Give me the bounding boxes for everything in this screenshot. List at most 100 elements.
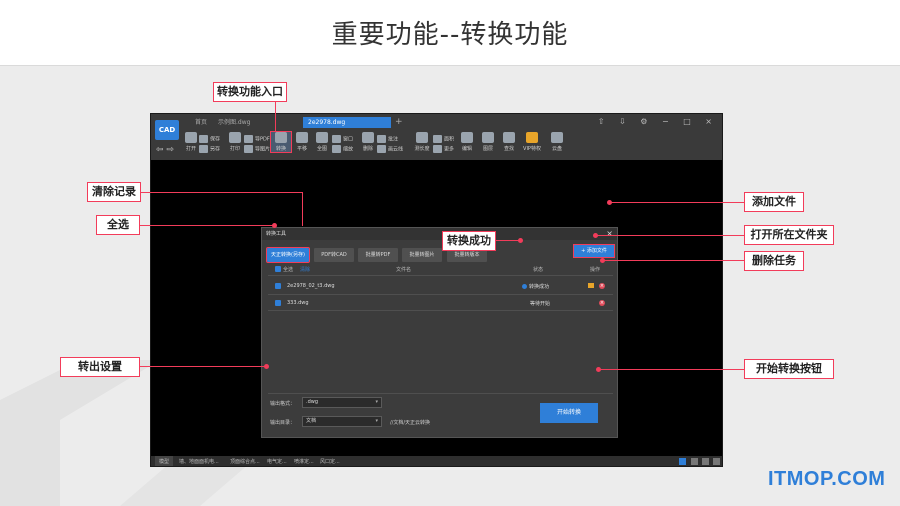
ortho-toggle-icon[interactable] <box>702 458 709 465</box>
callout-connector <box>603 260 744 261</box>
tab-sample[interactable]: 示例图.dwg <box>218 117 250 128</box>
cloud-icon <box>551 132 563 143</box>
drawing-canvas[interactable]: 转换工具 × 天正转换(另存) PDF转CAD 批量转PDF 批量转图片 批量转… <box>151 160 722 456</box>
search-icon <box>503 132 515 143</box>
divider <box>268 310 613 311</box>
layout-tab[interactable]: 电气定... <box>267 456 287 466</box>
edit-button[interactable]: 编辑 <box>457 132 477 152</box>
row-filename: 333.dwg <box>287 300 309 306</box>
edit-label: 编辑 <box>461 146 472 152</box>
pointer-dot <box>272 223 277 228</box>
layout-tab[interactable]: 墙、地面面机电... <box>179 456 219 466</box>
area-button[interactable]: 面积 <box>433 135 454 143</box>
dialog-title: 转换工具 <box>266 231 287 237</box>
chevron-down-icon: ▾ <box>375 399 378 405</box>
layout-tab[interactable]: 顶面综合点... <box>230 456 260 466</box>
window-controls[interactable]: ⇧ ⇩ ⚙ − □ × <box>598 117 718 126</box>
open-folder-icon[interactable] <box>588 283 594 288</box>
add-file-button[interactable]: + 添加文件 <box>573 244 615 258</box>
settings-icon[interactable] <box>713 458 720 465</box>
tab-active-drawing[interactable]: 2e2978.dwg <box>303 117 391 128</box>
add-tab-button[interactable]: + <box>395 117 403 128</box>
more-label: 更多 <box>444 146 455 153</box>
clear-link[interactable]: 清除 <box>300 266 310 273</box>
callout-output-settings: 转出设置 <box>60 357 140 377</box>
delete-button[interactable]: 删除 <box>358 132 378 152</box>
output-dir-path: //文档/天正云转换 <box>390 420 431 426</box>
layer-label: 图层 <box>482 146 493 152</box>
grid-toggle-icon[interactable] <box>679 458 686 465</box>
more-icon <box>433 145 442 153</box>
layout-tab[interactable]: 风口定... <box>320 456 340 466</box>
window-zoom-button[interactable]: 窗口 <box>332 135 353 143</box>
ruler-icon <box>416 132 428 143</box>
folder-icon <box>185 132 197 143</box>
convert-button[interactable]: 转换 <box>270 131 292 153</box>
vip-icon <box>526 132 538 143</box>
vip-button[interactable]: VIP特权 <box>522 132 542 152</box>
callout-connector <box>140 366 266 367</box>
callout-entry: 转换功能入口 <box>213 82 287 102</box>
row-status: 转换成功 <box>522 283 549 290</box>
open-button[interactable]: 打开 <box>181 132 201 152</box>
area-icon <box>433 135 442 143</box>
app-logo: CAD <box>155 120 179 140</box>
cloud-button[interactable]: 云盘 <box>547 132 567 152</box>
layout-tab[interactable]: 喷淋定... <box>294 456 314 466</box>
tab-batch-image[interactable]: 批量转图片 <box>402 248 442 262</box>
close-icon[interactable]: × <box>606 228 613 240</box>
convert-dialog: 转换工具 × 天正转换(另存) PDF转CAD 批量转PDF 批量转图片 批量转… <box>261 227 618 438</box>
hand-icon <box>296 132 308 143</box>
find-button[interactable]: 查找 <box>499 132 519 152</box>
undo-redo-icons[interactable]: ⇦ ⇨ <box>156 145 174 155</box>
row-checkbox[interactable] <box>275 283 281 289</box>
divider <box>268 294 613 295</box>
annotate-button[interactable]: 批注 <box>377 135 398 143</box>
tab-home[interactable]: 首页 <box>195 117 207 128</box>
delete-task-icon[interactable]: × <box>599 283 605 289</box>
model-tab[interactable]: 模型 <box>155 456 173 466</box>
tab-pdf-to-cad[interactable]: PDF转CAD <box>314 248 354 262</box>
save-button[interactable]: 保存 <box>199 135 220 143</box>
start-convert-button[interactable]: 开始转换 <box>540 403 598 423</box>
save-as-button[interactable]: 另存 <box>199 145 220 153</box>
full-view-button[interactable]: 全图 <box>312 132 332 152</box>
export-pdf-button[interactable]: 导PDF <box>244 135 270 143</box>
callout-add-file: 添加文件 <box>744 192 804 212</box>
pan-label: 平移 <box>296 146 307 152</box>
delete-task-icon[interactable]: × <box>599 300 605 306</box>
statusbar: 模型 墙、地面面机电... 顶面综合点... 电气定... 喷淋定... 风口定… <box>151 456 722 466</box>
slide-title: 重要功能--转换功能 <box>331 20 569 50</box>
callout-connector <box>275 102 276 132</box>
status-header: 状态 <box>533 267 544 273</box>
callout-convert-success: 转换成功 <box>442 231 496 251</box>
output-format-select[interactable]: .dwg ▾ <box>302 397 382 408</box>
measure-length-button[interactable]: 测长度 <box>412 132 432 152</box>
zoom-button[interactable]: 缩放 <box>332 145 353 153</box>
more-button[interactable]: 更多 <box>433 145 454 153</box>
snap-toggle-icon[interactable] <box>691 458 698 465</box>
pointer-dot <box>518 238 523 243</box>
tab-batch-pdf[interactable]: 批量转PDF <box>358 248 398 262</box>
zoom-extents-icon <box>316 132 328 143</box>
vip-label: VIP特权 <box>523 146 541 152</box>
print-button[interactable]: 打印 <box>225 132 245 152</box>
filename-header: 文件名 <box>396 267 412 273</box>
full-view-label: 全图 <box>316 146 327 152</box>
layer-button[interactable]: 图层 <box>478 132 498 152</box>
tab-tangent-convert[interactable]: 天正转换(另存) <box>266 247 310 263</box>
watermark: ITMOP.COM <box>768 468 886 490</box>
pan-button[interactable]: 平移 <box>292 132 312 152</box>
row-filename: 2e2978_02_t3.dwg <box>287 283 335 289</box>
annotate-label: 批注 <box>388 136 399 143</box>
export-image-button[interactable]: 导图片 <box>244 145 270 153</box>
save-as-icon <box>199 145 208 153</box>
callout-connector <box>496 240 520 241</box>
row-checkbox[interactable] <box>275 300 281 306</box>
draw-cloud-button[interactable]: 画云线 <box>377 145 403 153</box>
output-dir-select[interactable]: 文档 ▾ <box>302 416 382 427</box>
convert-icon <box>275 132 287 143</box>
callout-connector <box>596 235 744 236</box>
divider <box>268 393 613 394</box>
select-all-checkbox[interactable] <box>275 266 281 272</box>
